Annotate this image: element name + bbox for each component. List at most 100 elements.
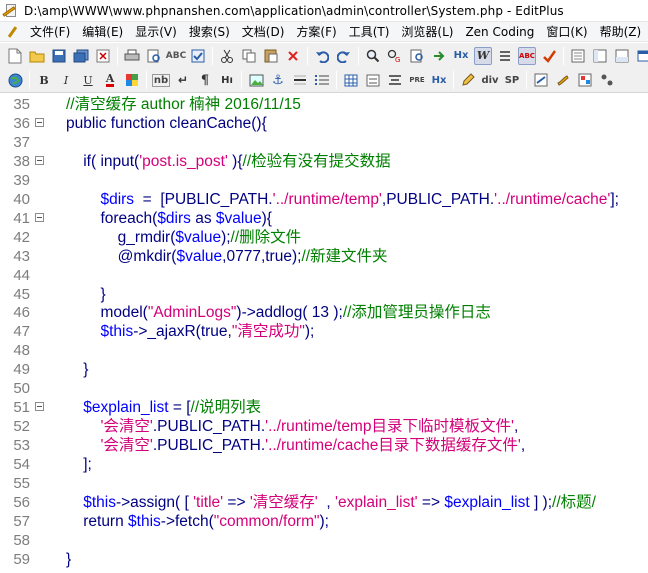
code-line[interactable]: 49 } — [0, 360, 648, 379]
cut-icon[interactable] — [218, 47, 236, 65]
delete-icon[interactable] — [284, 47, 302, 65]
menu-browser[interactable]: 浏览器(L) — [395, 23, 459, 41]
code-line[interactable]: 39 — [0, 171, 648, 190]
center-icon[interactable] — [386, 71, 404, 89]
link-icon[interactable] — [532, 71, 550, 89]
find-in-files-icon[interactable] — [408, 47, 426, 65]
abc-icon[interactable]: ABC — [518, 46, 536, 65]
window-icon[interactable] — [635, 47, 648, 65]
heading-icon[interactable]: Hx — [452, 47, 470, 65]
menu-tools[interactable]: 工具(T) — [343, 23, 396, 41]
undo-icon[interactable] — [313, 47, 331, 65]
fold-collapse-icon[interactable] — [35, 402, 44, 412]
bold-icon[interactable]: B — [35, 71, 53, 89]
menu-file[interactable]: 文件(F) — [24, 23, 76, 41]
checkmark-icon[interactable] — [540, 47, 558, 65]
word-wrap-icon[interactable]: W — [474, 46, 492, 65]
pre-icon[interactable]: PRE — [408, 71, 426, 89]
code-line[interactable]: 43 @mkdir($value,0777,true);//新建文件夹 — [0, 247, 648, 266]
spell-check-icon[interactable]: ABC — [166, 47, 186, 65]
format-icon[interactable] — [598, 71, 616, 89]
span-icon[interactable]: SP — [503, 71, 521, 89]
form-icon[interactable] — [364, 71, 382, 89]
code-line[interactable]: 51 $explain_list = [//说明列表 — [0, 398, 648, 417]
color-picker-icon[interactable] — [123, 71, 141, 89]
code-line[interactable]: 57 return $this->fetch("common/form"); — [0, 512, 648, 531]
code-line[interactable]: 56 $this->assign( [ 'title' => '清空缓存' , … — [0, 493, 648, 512]
code-line[interactable]: 59} — [0, 550, 648, 569]
paste-icon[interactable] — [262, 47, 280, 65]
code-line[interactable]: 52 '会清空'.PUBLIC_PATH.'../runtime/temp目录下… — [0, 417, 648, 436]
pin-icon[interactable] — [6, 26, 18, 38]
code-line[interactable]: 45 } — [0, 285, 648, 304]
code-line[interactable]: 53 '会清空'.PUBLIC_PATH.'../runtime/cache目录… — [0, 436, 648, 455]
table-icon[interactable] — [342, 71, 360, 89]
go-to-line-icon[interactable] — [430, 47, 448, 65]
print-icon[interactable] — [123, 47, 141, 65]
line-numbers-icon[interactable] — [496, 47, 514, 65]
replace-icon[interactable]: G — [386, 47, 404, 65]
code-line[interactable]: 58 — [0, 531, 648, 550]
code-token: $value — [175, 228, 222, 246]
image-icon[interactable] — [247, 71, 265, 89]
menu-edit[interactable]: 编辑(E) — [76, 23, 129, 41]
code-editor[interactable]: 35 //清空缓存 author 楠神 2016/11/15 36 public fu… — [0, 94, 648, 573]
menu-document[interactable]: 文档(D) — [236, 23, 291, 41]
script-icon[interactable] — [554, 71, 572, 89]
save-icon[interactable] — [50, 47, 68, 65]
output-icon[interactable] — [613, 47, 631, 65]
code-line[interactable]: 38 if( input('post.is_post' ){//检验有没有提交数… — [0, 152, 648, 171]
save-all-icon[interactable] — [72, 47, 90, 65]
code-line[interactable]: 48 — [0, 341, 648, 360]
heading-x-icon[interactable]: Hx — [430, 71, 448, 89]
font-color-icon[interactable]: A — [101, 71, 119, 89]
underline-icon[interactable]: U — [79, 71, 97, 89]
block-icon[interactable] — [576, 71, 594, 89]
list-icon[interactable] — [313, 71, 331, 89]
anchor-icon[interactable]: ⚓ — [269, 71, 287, 89]
menu-view[interactable]: 显示(V) — [129, 23, 183, 41]
italic-icon[interactable]: I — [57, 71, 75, 89]
code-line[interactable]: 35 //清空缓存 author 楠神 2016/11/15 — [0, 95, 648, 114]
menu-project[interactable]: 方案(F) — [290, 23, 342, 41]
code-line[interactable]: 40 $dirs = [PUBLIC_PATH.'../runtime/temp… — [0, 190, 648, 209]
code-line[interactable]: 50 — [0, 379, 648, 398]
code-line[interactable]: 46 model("AdminLogs")->addlog( 13 );//添加… — [0, 303, 648, 322]
edit-icon[interactable] — [459, 71, 477, 89]
menu-search[interactable]: 搜索(S) — [183, 23, 236, 41]
code-line[interactable]: 54 ]; — [0, 455, 648, 474]
code-line[interactable]: 41 foreach($dirs as $value){ — [0, 209, 648, 228]
check-icon[interactable] — [189, 47, 207, 65]
print-preview-icon[interactable] — [145, 47, 163, 65]
find-icon[interactable] — [364, 47, 382, 65]
open-folder-icon[interactable] — [28, 47, 46, 65]
line-number: 43 — [13, 247, 30, 265]
menu-window[interactable]: 窗口(K) — [540, 23, 593, 41]
br-icon[interactable]: ↵ — [174, 71, 192, 89]
code-line[interactable]: 44 — [0, 266, 648, 285]
browser-icon[interactable] — [6, 71, 24, 89]
code-line[interactable]: 42 g_rmdir($value);//删除文件 — [0, 228, 648, 247]
copy-icon[interactable] — [240, 47, 258, 65]
div-icon[interactable]: div — [481, 71, 499, 89]
fold-collapse-icon[interactable] — [35, 117, 44, 127]
code-line[interactable]: 55 — [0, 474, 648, 493]
directory-icon[interactable] — [591, 47, 609, 65]
toolbar-separator — [241, 71, 242, 89]
hr-icon[interactable] — [291, 71, 309, 89]
new-file-icon[interactable] — [6, 47, 24, 65]
close-file-icon[interactable] — [94, 47, 112, 65]
cliptext-icon[interactable] — [569, 47, 587, 65]
fold-collapse-icon[interactable] — [35, 155, 44, 165]
code-line[interactable]: 47 $this->_ajaxR(true,"清空成功"); — [0, 322, 648, 341]
menu-zen-coding[interactable]: Zen Coding — [459, 23, 540, 41]
paragraph-icon[interactable]: ¶ — [196, 71, 214, 89]
redo-icon[interactable] — [335, 47, 353, 65]
menu-help[interactable]: 帮助(Z) — [594, 23, 648, 41]
fold-collapse-icon[interactable] — [35, 212, 44, 222]
code-line[interactable]: 37 — [0, 133, 648, 152]
code-line[interactable]: 36 public function cleanCache(){ — [0, 114, 648, 133]
nbsp-icon[interactable]: nb — [151, 71, 171, 89]
hi-icon[interactable]: Hı — [218, 71, 236, 89]
code-token: //删除文件 — [230, 228, 302, 246]
